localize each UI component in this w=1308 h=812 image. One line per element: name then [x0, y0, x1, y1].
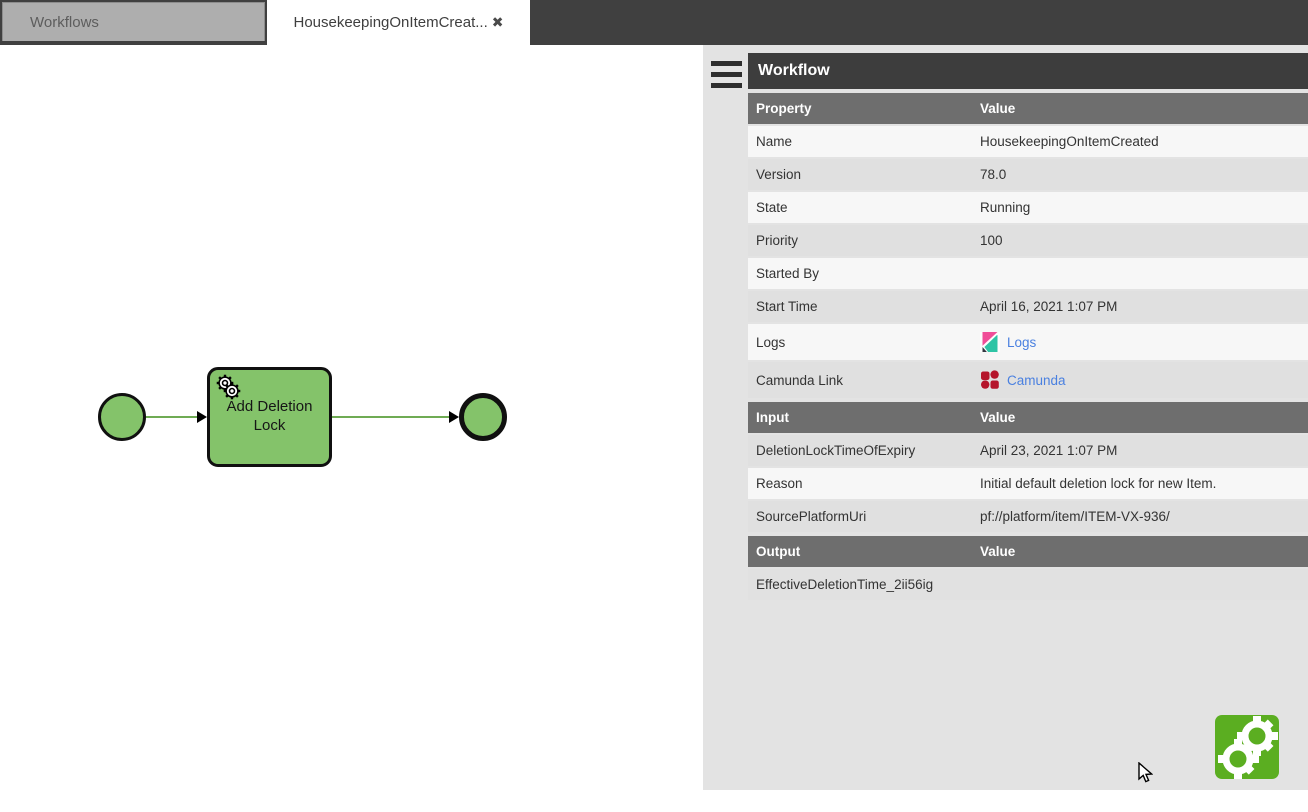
table-row-priority: Priority 100	[748, 225, 1308, 256]
col-output: Output	[748, 544, 972, 559]
arrowhead-icon	[197, 411, 207, 423]
tab-housekeeping[interactable]: HousekeepingOnItemCreat... ✖	[267, 0, 530, 45]
sequence-flow-1	[146, 416, 198, 418]
input-table-header: Input Value	[748, 402, 1308, 433]
camunda-link[interactable]: Camunda	[1007, 373, 1066, 388]
cursor-pointer	[1138, 762, 1153, 784]
table-row-start-time: Start Time April 16, 2021 1:07 PM	[748, 291, 1308, 322]
service-task-gear-icon	[215, 374, 245, 404]
workflow-properties-panel: Workflow Property Value Name Housekeepin…	[703, 45, 1308, 790]
table-row-reason: Reason Initial default deletion lock for…	[748, 468, 1308, 499]
tab-housekeeping-label: HousekeepingOnItemCreat...	[293, 14, 487, 31]
close-icon[interactable]: ✖	[492, 14, 504, 31]
col-value: Value	[972, 410, 1308, 425]
output-table-header: Output Value	[748, 536, 1308, 567]
table-row-deletion-lock-expiry: DeletionLockTimeOfExpiry April 23, 2021 …	[748, 435, 1308, 466]
camunda-icon	[980, 370, 1000, 390]
table-row-logs: Logs Logs	[748, 324, 1308, 360]
workflow-property-table: Workflow Property Value Name Housekeepin…	[748, 53, 1308, 602]
bpmn-start-event[interactable]	[98, 393, 146, 441]
tab-workflows[interactable]: Workflows	[2, 2, 265, 41]
panel-title: Workflow	[748, 53, 1308, 89]
bpmn-end-event[interactable]	[459, 393, 507, 441]
bpmn-service-task[interactable]: Add Deletion Lock	[207, 367, 332, 467]
col-value: Value	[972, 544, 1308, 559]
table-row-started-by: Started By	[748, 258, 1308, 289]
table-row-effective-deletion-time: EffectiveDeletionTime_2ii56ig	[748, 569, 1308, 600]
table-row-name: Name HousekeepingOnItemCreated	[748, 126, 1308, 157]
col-property: Property	[748, 101, 972, 116]
arrowhead-icon	[449, 411, 459, 423]
col-input: Input	[748, 410, 972, 425]
app-root: { "tab_bar": { "tabs": [ { "label": "Wor…	[0, 0, 1308, 812]
tab-bar: Workflows HousekeepingOnItemCreat... ✖	[0, 0, 1308, 45]
table-row-camunda-link: Camunda Link Camunda	[748, 362, 1308, 398]
hamburger-menu-icon[interactable]	[711, 61, 742, 88]
logs-link[interactable]: Logs	[1007, 335, 1036, 350]
camunda-cockpit-logo	[1215, 715, 1279, 779]
property-table-header: Property Value	[748, 93, 1308, 124]
kibana-logs-icon	[980, 332, 1000, 352]
tab-workflows-label: Workflows	[30, 14, 99, 31]
table-row-source-platform-uri: SourcePlatformUri pf://platform/item/ITE…	[748, 501, 1308, 532]
sequence-flow-2	[332, 416, 450, 418]
table-row-state: State Running	[748, 192, 1308, 223]
col-value: Value	[972, 101, 1308, 116]
table-row-version: Version 78.0	[748, 159, 1308, 190]
bpmn-canvas: Add Deletion Lock	[0, 45, 703, 812]
